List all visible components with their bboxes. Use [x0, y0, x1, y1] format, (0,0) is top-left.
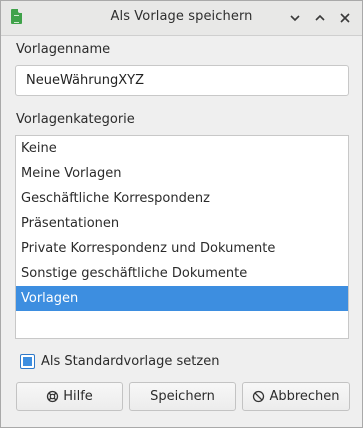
save-button[interactable]: Speichern	[129, 382, 236, 411]
template-category-label: Vorlagenkategorie	[16, 112, 135, 127]
default-template-label: Als Standardvorlage setzen	[41, 353, 220, 369]
lifebuoy-icon	[46, 390, 59, 403]
category-item-private-korrespondenz[interactable]: Private Korrespondenz und Dokumente	[16, 236, 348, 261]
category-item-meine-vorlagen[interactable]: Meine Vorlagen	[16, 161, 348, 186]
category-item-praesentationen[interactable]: Präsentationen	[16, 211, 348, 236]
close-button[interactable]	[335, 8, 355, 28]
template-category-list[interactable]: Keine Meine Vorlagen Geschäftliche Korre…	[15, 135, 349, 339]
save-button-label: Speichern	[150, 389, 215, 404]
save-as-template-dialog: Als Vorlage speichern Vorlagenname NeueW…	[0, 0, 363, 428]
category-item-vorlagen[interactable]: Vorlagen	[16, 286, 348, 311]
minimize-icon	[289, 12, 301, 24]
help-button[interactable]: Hilfe	[16, 382, 123, 411]
cancel-icon	[252, 390, 265, 403]
category-item-sonstige-dokumente[interactable]: Sonstige geschäftliche Dokumente	[16, 261, 348, 286]
window-title: Als Vorlage speichern	[110, 9, 253, 24]
title-bar[interactable]: Als Vorlage speichern	[1, 1, 362, 36]
cancel-button-label: Abbrechen	[269, 389, 340, 404]
default-template-checkbox[interactable]	[20, 353, 35, 369]
category-item-geschaeftliche-korrespondenz[interactable]: Geschäftliche Korrespondenz	[16, 186, 348, 211]
cancel-button[interactable]: Abbrechen	[242, 382, 350, 411]
minimize-button[interactable]	[285, 8, 305, 28]
close-icon	[339, 12, 351, 24]
default-template-option[interactable]: Als Standardvorlage setzen	[20, 352, 219, 370]
maximize-icon	[314, 12, 326, 24]
category-item-keine[interactable]: Keine	[16, 136, 348, 161]
template-name-label: Vorlagenname	[16, 42, 111, 57]
template-name-input[interactable]: NeueWährungXYZ	[15, 65, 349, 96]
maximize-button[interactable]	[310, 8, 330, 28]
checkbox-checked-mark	[23, 356, 32, 366]
help-button-label: Hilfe	[63, 389, 93, 404]
